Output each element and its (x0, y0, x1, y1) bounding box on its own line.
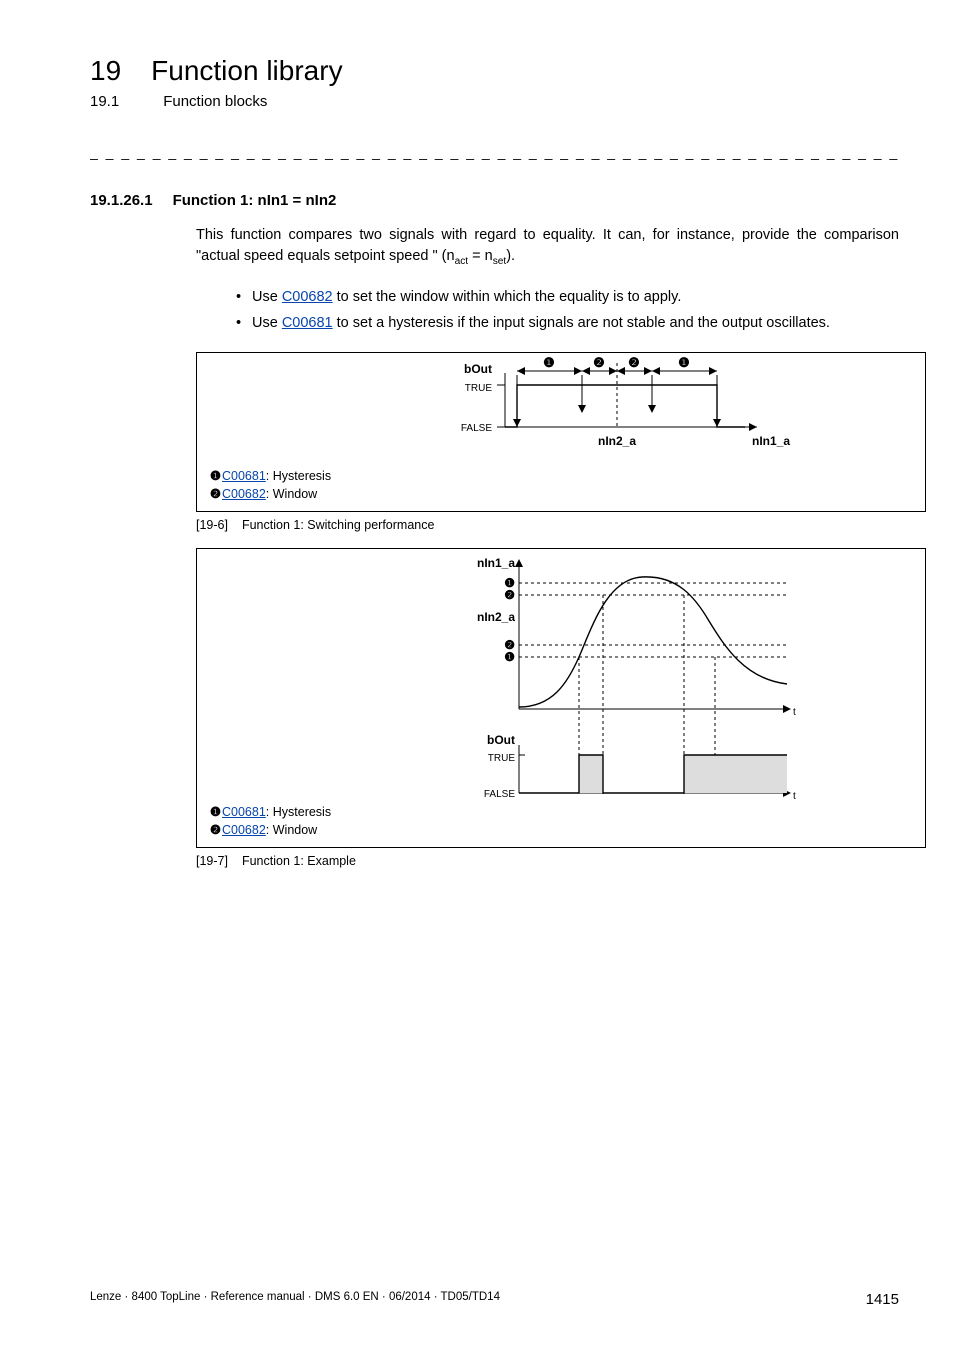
bout-label: bOut (487, 733, 515, 747)
caption-tag: [19-6] (196, 518, 228, 532)
figure-caption: [19-6] Function 1: Switching performance (196, 518, 899, 532)
legend-row: ❶ C00681: Hysteresis (209, 804, 331, 822)
legend-text: : Window (266, 487, 317, 501)
link-c00681[interactable]: C00681 (222, 469, 266, 483)
nin1a-label: nIn1_a (477, 556, 515, 570)
bullet-item: Use C00681 to set a hysteresis if the in… (236, 310, 899, 336)
false-label: FALSE (484, 789, 515, 800)
link-c00681[interactable]: C00681 (282, 315, 333, 331)
legend-marker-2: ❷ (209, 822, 222, 840)
example-diagram: nIn1_a t ❶ ❷ nIn2_a ❷ ❶ (197, 549, 925, 847)
caption-tag: [19-7] (196, 854, 228, 868)
bullet-list: Use C00682 to set the window within whic… (196, 284, 899, 336)
figure-19-7: nIn1_a t ❶ ❷ nIn2_a ❷ ❶ (196, 548, 926, 848)
marker-1: ❶ (543, 355, 555, 370)
legend-row: ❷ C00682: Window (209, 486, 331, 504)
bullet-text: Use (252, 315, 282, 331)
chapter-header: 19 Function library (90, 55, 899, 87)
para-sub2: set (493, 256, 507, 267)
intro-paragraph: This function compares two signals with … (196, 225, 899, 270)
para-sub1: act (455, 256, 469, 267)
legend-text: : Hysteresis (266, 805, 331, 819)
section-number: 19.1.26.1 (90, 192, 153, 209)
legend-row: ❶ C00681: Hysteresis (209, 468, 331, 486)
bullet-text: to set a hysteresis if the input signals… (333, 315, 830, 331)
link-c00682[interactable]: C00682 (222, 823, 266, 837)
figure-legend: ❶ C00681: Hysteresis ❷ C00682: Window (209, 468, 331, 503)
marker-2: ❷ (593, 355, 605, 370)
page-footer: Lenze · 8400 TopLine · Reference manual … (90, 1291, 899, 1308)
t-label: t (793, 707, 796, 718)
caption-text: Function 1: Switching performance (242, 518, 434, 532)
legend-marker-1: ❶ (209, 468, 222, 486)
true-label: TRUE (488, 753, 516, 764)
subsection-number: 19.1 (90, 93, 119, 110)
link-c00682[interactable]: C00682 (282, 289, 333, 305)
marker-2: ❷ (504, 588, 515, 602)
bout-label: bOut (464, 362, 492, 376)
para-mid: = n (468, 248, 493, 264)
para-post: ). (506, 248, 515, 264)
false-label: FALSE (461, 423, 492, 434)
legend-marker-1: ❶ (209, 804, 222, 822)
true-label: TRUE (465, 383, 493, 394)
marker-2b: ❷ (628, 355, 640, 370)
footer-text: Lenze · 8400 TopLine · Reference manual … (90, 1291, 500, 1308)
nin2a-label: nIn2_a (598, 434, 636, 448)
subsection-title: Function blocks (163, 93, 267, 110)
separator-dashes: _ _ _ _ _ _ _ _ _ _ _ _ _ _ _ _ _ _ _ _ … (90, 144, 899, 160)
bullet-item: Use C00682 to set the window within whic… (236, 284, 899, 310)
legend-marker-2: ❷ (209, 486, 222, 504)
page-number: 1415 (866, 1291, 899, 1308)
marker-1b: ❶ (504, 650, 515, 664)
caption-text: Function 1: Example (242, 854, 356, 868)
nin1a-label: nIn1_a (752, 434, 790, 448)
nin2a-label: nIn2_a (477, 610, 515, 624)
figure-19-6: bOut TRUE FALSE ❶ ❷ (196, 352, 926, 512)
legend-text: : Hysteresis (266, 469, 331, 483)
subsection-header: 19.1 Function blocks (90, 93, 899, 110)
bullet-text: Use (252, 289, 282, 305)
legend-row: ❷ C00682: Window (209, 822, 331, 840)
section-heading: 19.1.26.1 Function 1: nIn1 = nIn2 (90, 192, 899, 209)
bullet-text: to set the window within which the equal… (333, 289, 682, 305)
section-title: Function 1: nIn1 = nIn2 (173, 192, 337, 209)
chapter-title: Function library (151, 55, 342, 87)
figure-caption: [19-7] Function 1: Example (196, 854, 899, 868)
link-c00681[interactable]: C00681 (222, 805, 266, 819)
t-label: t (793, 791, 796, 802)
legend-text: : Window (266, 823, 317, 837)
chapter-number: 19 (90, 55, 121, 87)
link-c00682[interactable]: C00682 (222, 487, 266, 501)
marker-1b: ❶ (678, 355, 690, 370)
figure-legend: ❶ C00681: Hysteresis ❷ C00682: Window (209, 804, 331, 839)
para-text: This function compares two signals with … (196, 227, 899, 264)
